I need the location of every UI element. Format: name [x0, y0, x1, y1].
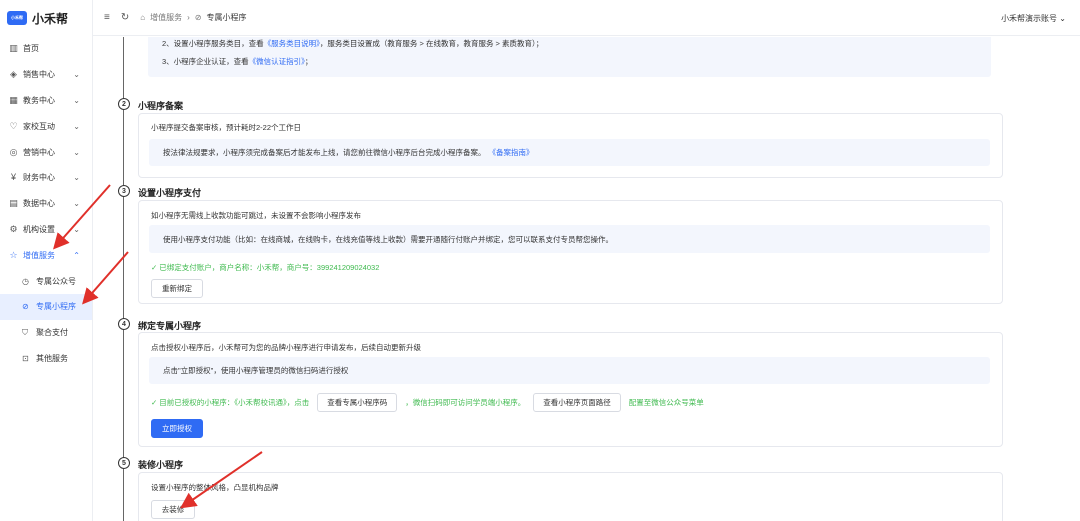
step2-card: 小程序提交备案审核，预计耗时2-22个工作日 按法律法规要求，小程序须完成备案后… [138, 113, 1003, 178]
chevron-down-icon: ⌄ [73, 121, 80, 131]
step-number: 4 [118, 318, 130, 330]
sidebar-item-settings[interactable]: ⚙ 机构设置 ⌄ [0, 217, 92, 243]
step4-title: 绑定专属小程序 [138, 321, 202, 331]
heart-icon: ♡ [9, 120, 18, 131]
step4-card: 点击授权小程序后，小禾帮可为您的品牌小程序进行申请发布，后续自动更新升级 点击"… [138, 332, 1003, 447]
logo[interactable]: 小禾帮 小禾帮 [0, 0, 92, 36]
wechat-auth-link[interactable]: 《微信认证指引》 [249, 57, 305, 66]
account-name: 小禾帮演示账号 [1001, 14, 1058, 23]
sidebar-item-label: 销售中心 [23, 70, 55, 80]
step3-tip: 使用小程序支付功能（比如：在线商城，在线购卡，在线充值等线上收款）需要开通随行付… [149, 225, 990, 253]
topbar: ≡ ↻ ⌂ 增值服务 › ⊘ 专属小程序 小禾帮演示账号 ⌄ [93, 0, 1080, 36]
box-icon: ⊡ [22, 353, 29, 363]
grid-icon: ▦ [9, 94, 18, 105]
step1-card: 2、设置小程序服务类目，查看《服务类目说明》，服务类目设置成（教育服务 > 在线… [138, 37, 1003, 77]
step-number: 2 [118, 98, 130, 110]
refresh-icon[interactable]: ↻ [121, 12, 129, 23]
cube-icon: ◈ [10, 69, 17, 80]
sidebar-item-label: 专属小程序 [36, 302, 76, 312]
rebind-button[interactable]: 重新绑定 [151, 279, 203, 298]
chevron-down-icon: ⌄ [73, 70, 80, 80]
sidebar-subitem-official-account[interactable]: ◷ 专属公众号 [0, 268, 92, 294]
chevron-right-icon: › [187, 13, 190, 22]
step5-card: 设置小程序的整体风格，凸显机构品牌 去装修 [138, 472, 1003, 521]
yen-icon: ¥ [10, 172, 16, 183]
sidebar-item-label: 其他服务 [36, 353, 68, 363]
star-icon: ☆ [9, 249, 18, 260]
chevron-down-icon: ⌄ [73, 224, 80, 234]
clock-icon: ◷ [22, 276, 29, 286]
shield-icon: ⛉ [22, 327, 28, 337]
gear-icon: ⚙ [9, 223, 18, 234]
sidebar-item-data[interactable]: ▤ 数据中心 ⌄ [0, 191, 92, 217]
breadcrumb-item[interactable]: 增值服务 [150, 12, 182, 23]
decorate-button[interactable]: 去装修 [151, 500, 195, 519]
step3-desc: 如小程序无需线上收款功能可跳过，未设置不会影响小程序发布 [151, 211, 361, 220]
mini-program-authorized-status: ✓ 目前已授权的小程序：《小禾帮校讯通》，点击 查看专属小程序码 ，微信扫码即可… [151, 393, 704, 412]
sidebar-subitem-mini-program[interactable]: ⊘ 专属小程序 [0, 293, 92, 320]
megaphone-icon: ◎ [9, 146, 18, 157]
step2-title: 小程序备案 [138, 101, 184, 111]
sidebar-item-finance[interactable]: ¥ 财务中心 ⌄ [0, 165, 92, 191]
view-mini-program-code-button[interactable]: 查看专属小程序码 [317, 393, 398, 412]
sidebar-item-label: 营销中心 [23, 147, 55, 157]
step4-tip: 点击"立即授权"，使用小程序管理员的微信扫码进行授权 [149, 357, 990, 384]
app-name: 小禾帮 [32, 11, 69, 26]
breadcrumb: ⌂ 增值服务 › ⊘ 专属小程序 [140, 12, 246, 23]
bar-chart-icon: ▥ [9, 43, 18, 54]
chevron-up-icon: ⌃ [73, 250, 80, 260]
sidebar-item-home-school[interactable]: ♡ 家校互动 ⌄ [0, 113, 92, 139]
sidebar-item-label: 机构设置 [23, 224, 55, 234]
sidebar-subitem-payment[interactable]: ⛉ 聚合支付 [0, 320, 92, 346]
step5-title: 装修小程序 [138, 460, 184, 470]
step4-desc: 点击授权小程序后，小禾帮可为您的品牌小程序进行申请发布，后续自动更新升级 [151, 343, 421, 352]
account-menu[interactable]: 小禾帮演示账号 ⌄ [1001, 13, 1066, 24]
sidebar-item-label: 数据中心 [23, 199, 55, 209]
sidebar-item-label: 家校互动 [23, 121, 55, 131]
sidebar-item-label: 专属公众号 [36, 276, 76, 286]
step3-title: 设置小程序支付 [138, 188, 202, 198]
step2-desc: 小程序提交备案审核，预计耗时2-22个工作日 [151, 123, 302, 132]
check-icon: ✓ [151, 398, 158, 407]
main-content: 2、设置小程序服务类目，查看《服务类目说明》，服务类目设置成（教育服务 > 在线… [93, 37, 1080, 521]
chevron-down-icon: ⌄ [1059, 14, 1066, 23]
payment-bound-status: ✓ 已绑定支付账户，商户名称：小禾帮，商户号：399241209024032 [151, 263, 380, 272]
filing-guide-link[interactable]: 《备案指南》 [489, 147, 534, 158]
view-page-path-button[interactable]: 查看小程序页面路径 [533, 393, 621, 412]
step-number: 5 [118, 457, 130, 469]
compass-icon: ⊘ [22, 302, 29, 312]
sidebar: 小禾帮 小禾帮 ▥ 首页 ◈ 销售中心 ⌄ ▦ 教务中心 ⌄ ♡ 家校互动 ⌄ ◎ 营销中心 ⌄ … [0, 0, 93, 521]
step1-tip: 2、设置小程序服务类目，查看《服务类目说明》，服务类目设置成（教育服务 > 在线… [148, 37, 991, 77]
check-icon: ✓ [151, 263, 158, 272]
sidebar-item-home[interactable]: ▥ 首页 [0, 36, 92, 62]
sidebar-item-label: 首页 [23, 44, 39, 54]
chevron-down-icon: ⌄ [73, 199, 80, 209]
sidebar-item-marketing[interactable]: ◎ 营销中心 ⌄ [0, 139, 92, 165]
sidebar-item-label: 教务中心 [23, 95, 55, 105]
sidebar-item-sales[interactable]: ◈ 销售中心 ⌄ [0, 62, 92, 88]
chart-icon: ▤ [9, 198, 18, 209]
step-number: 3 [118, 185, 130, 197]
sidebar-subitem-other[interactable]: ⊡ 其他服务 [0, 346, 92, 372]
step1-line2: 2、设置小程序服务类目，查看《服务类目说明》，服务类目设置成（教育服务 > 在线… [162, 39, 544, 48]
menu-icon[interactable]: ≡ [104, 12, 110, 23]
sidebar-item-label: 财务中心 [23, 173, 55, 183]
chevron-down-icon: ⌄ [73, 147, 80, 157]
sidebar-item-value-added[interactable]: ☆ 增值服务 ⌃ [0, 242, 92, 268]
sidebar-item-academic[interactable]: ▦ 教务中心 ⌄ [0, 88, 92, 114]
logo-mark-icon: 小禾帮 [7, 11, 27, 25]
chevron-down-icon: ⌄ [73, 95, 80, 105]
sidebar-item-label: 增值服务 [23, 250, 55, 260]
sidebar-item-label: 聚合支付 [36, 328, 68, 338]
compass-icon: ⊘ [194, 13, 202, 22]
step1-line3: 3、小程序企业认证，查看《微信认证指引》； [162, 57, 313, 66]
step5-desc: 设置小程序的整体风格，凸显机构品牌 [151, 483, 279, 492]
step3-card: 如小程序无需线上收款功能可跳过，未设置不会影响小程序发布 使用小程序支付功能（比… [138, 200, 1003, 304]
service-category-link[interactable]: 《服务类目说明》 [264, 39, 320, 48]
home-icon: ⌂ [140, 13, 146, 22]
chevron-down-icon: ⌄ [73, 173, 80, 183]
step2-tip: 按法律法规要求，小程序须完成备案后才能发布上线，请您前往微信小程序后台完成小程序… [149, 139, 990, 166]
breadcrumb-current: 专属小程序 [206, 13, 247, 22]
authorize-now-button[interactable]: 立即授权 [151, 419, 203, 438]
